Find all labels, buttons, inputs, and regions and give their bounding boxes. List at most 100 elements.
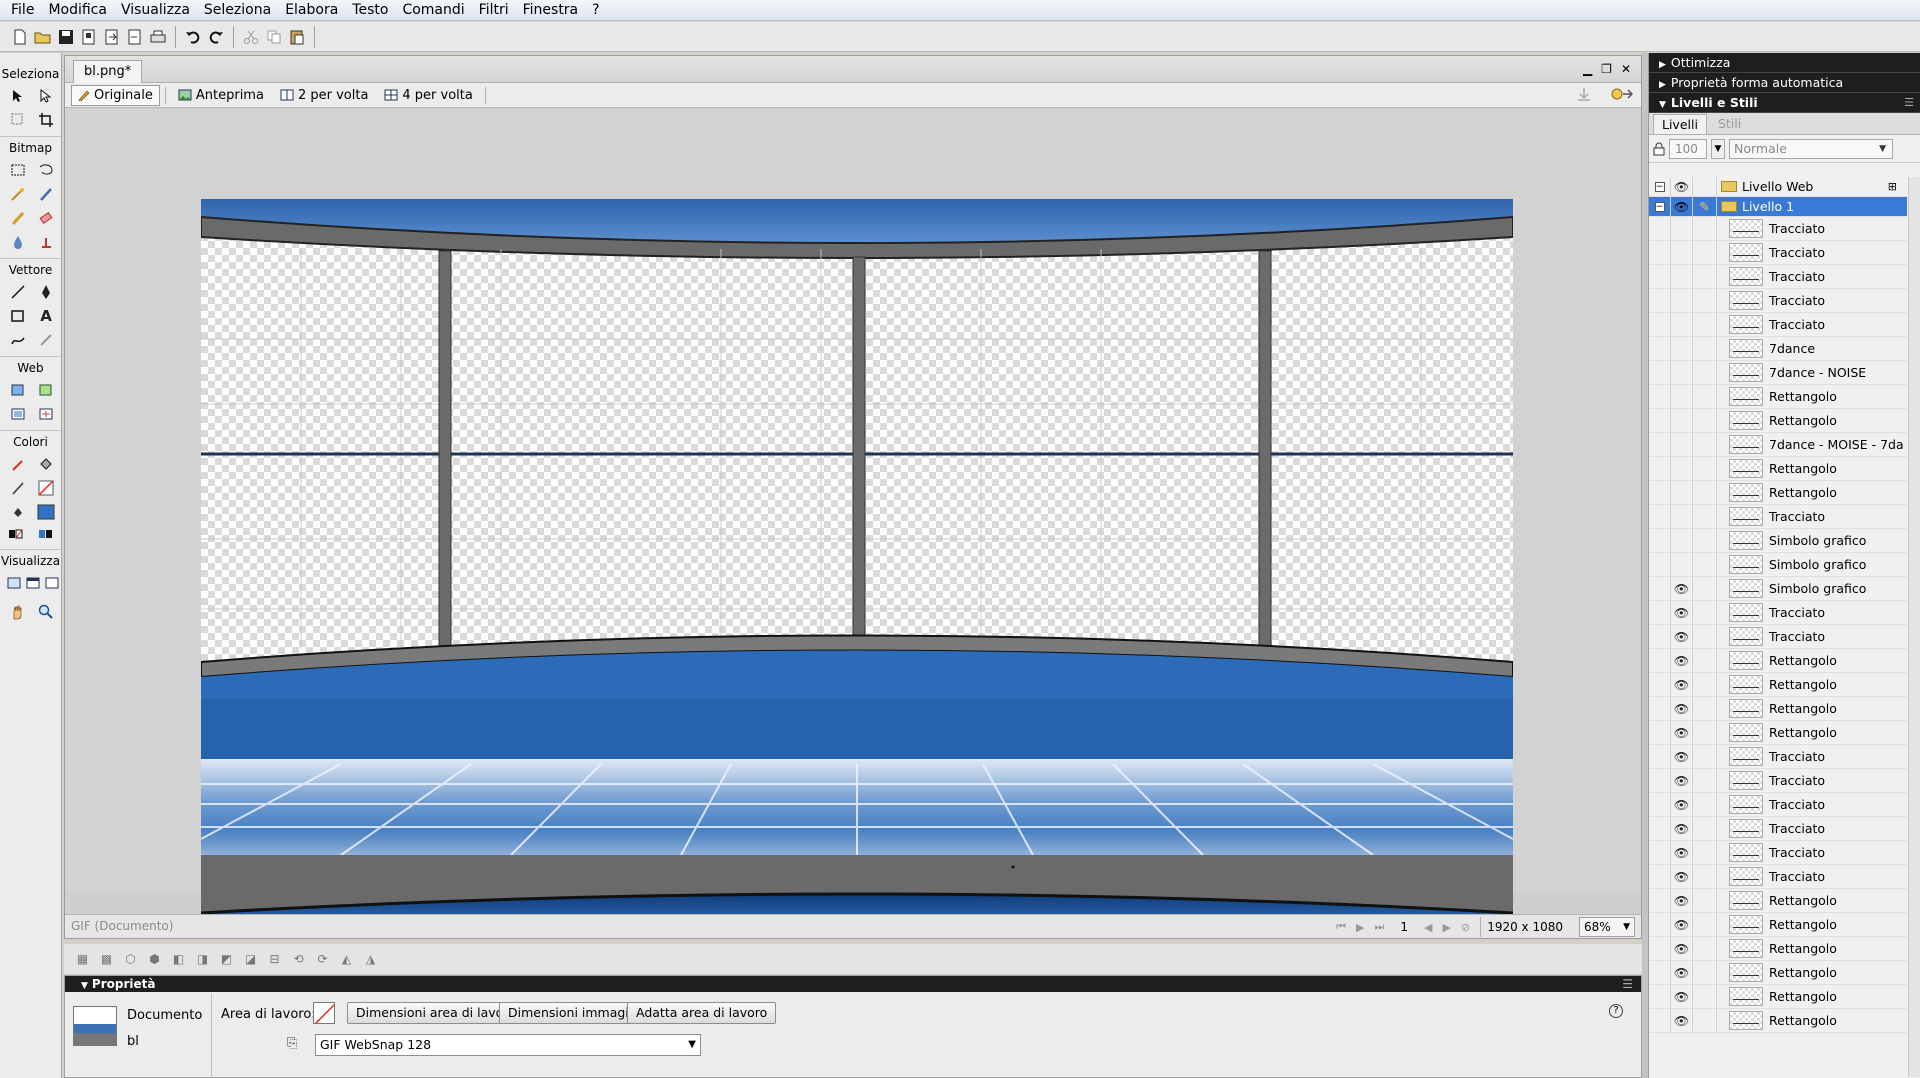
eye-icon[interactable]: 👁	[1674, 750, 1689, 764]
tab-layers[interactable]: Livelli	[1653, 114, 1707, 134]
export-options-icon[interactable]	[1611, 86, 1633, 102]
layer-row[interactable]: Simbolo grafico	[1649, 528, 1907, 553]
layer-row[interactable]: 👁 Rettangolo	[1649, 960, 1907, 985]
export-icon[interactable]	[125, 27, 145, 47]
visibility-cell[interactable]: 👁	[1671, 912, 1693, 937]
collapse-icon[interactable]: −	[1654, 201, 1665, 212]
layer-row[interactable]: 👁 Rettangolo	[1649, 912, 1907, 937]
edit-pencil-icon[interactable]: ✎	[1699, 199, 1709, 214]
close-icon[interactable]: ✕	[1621, 62, 1631, 76]
paste-icon[interactable]	[287, 27, 307, 47]
document-tab[interactable]: bl.png*	[73, 60, 143, 83]
auto-shape-panel-header[interactable]: ▶ Proprietà forma automatica	[1649, 73, 1920, 93]
eyedropper-tool-icon[interactable]	[6, 453, 30, 474]
layer-row[interactable]: 👁 Rettangolo	[1649, 648, 1907, 673]
eye-icon[interactable]: 👁	[1674, 774, 1689, 788]
layer-row[interactable]: 7dance - MOISE - 7da	[1649, 432, 1907, 457]
layer-row[interactable]: Tracciato	[1649, 240, 1907, 265]
zoom-tool-icon[interactable]	[34, 601, 58, 622]
layer-row[interactable]: Tracciato	[1649, 264, 1907, 289]
new-file-icon[interactable]	[10, 27, 30, 47]
open-folder-icon[interactable]	[33, 27, 53, 47]
menu-elabora[interactable]: Elabora	[278, 0, 345, 21]
next-frame-icon[interactable]: ▶︎	[1443, 921, 1451, 934]
quick-export-icon[interactable]	[1575, 86, 1593, 102]
lock-icon[interactable]	[1653, 142, 1665, 156]
layer-row[interactable]: 👁 Rettangolo	[1649, 984, 1907, 1009]
eye-icon[interactable]: 👁	[1674, 678, 1689, 692]
layer-row[interactable]: 👁 Rettangolo	[1649, 1008, 1907, 1033]
eye-icon[interactable]: 👁	[1674, 606, 1689, 620]
visibility-cell[interactable]: 👁	[1671, 936, 1693, 961]
layer-row[interactable]: 👁 Rettangolo	[1649, 936, 1907, 961]
eye-icon[interactable]: 👁	[1674, 846, 1689, 860]
visibility-cell[interactable]: 👁	[1671, 648, 1693, 673]
visibility-cell[interactable]: 👁	[1671, 720, 1693, 745]
pen-tool-icon[interactable]	[34, 281, 58, 302]
layers-scrollbar[interactable]	[1908, 177, 1920, 1077]
tab-styles[interactable]: Stili	[1709, 113, 1750, 134]
visibility-cell[interactable]: 👁	[1671, 696, 1693, 721]
default-colors-icon[interactable]	[6, 525, 30, 543]
eye-icon[interactable]: 👁	[1674, 654, 1689, 668]
help-icon[interactable]: ?	[1609, 1004, 1623, 1018]
opacity-input[interactable]: 100	[1669, 138, 1707, 159]
flip-vertical-icon[interactable]: ◮	[360, 949, 381, 969]
fill-color-icon[interactable]	[6, 501, 30, 522]
visibility-cell[interactable]	[1671, 288, 1693, 313]
visibility-cell[interactable]: 👁	[1671, 864, 1693, 889]
layer-row[interactable]: 👁 Tracciato	[1649, 768, 1907, 793]
layer-row[interactable]: 👁 Simbolo grafico	[1649, 576, 1907, 601]
layer-1[interactable]: − 👁 ✎ Livello 1	[1649, 196, 1907, 217]
layer-row[interactable]: Tracciato	[1649, 504, 1907, 529]
menu-comandi[interactable]: Comandi	[395, 0, 471, 21]
visibility-cell[interactable]: 👁	[1671, 984, 1693, 1009]
canvas-color-swatch[interactable]	[313, 1002, 335, 1024]
rotate-left-icon[interactable]: ⟲	[288, 949, 309, 969]
line-tool-icon[interactable]	[6, 281, 30, 302]
restore-icon[interactable]: ❐	[1601, 62, 1612, 76]
send-back-icon[interactable]: ◪	[240, 949, 261, 969]
layer-row[interactable]: 👁 Rettangolo	[1649, 720, 1907, 745]
first-frame-icon[interactable]: ⏮	[1336, 920, 1346, 934]
redo-icon[interactable]	[206, 27, 226, 47]
artboard[interactable]	[201, 199, 1513, 937]
menu-file[interactable]: File	[4, 0, 41, 21]
fill-swatch-icon[interactable]	[34, 501, 58, 522]
menu-modifica[interactable]: Modifica	[41, 0, 114, 21]
layers-panel-header[interactable]: ▼ Livelli e Stili ☰	[1649, 93, 1920, 113]
copy-icon[interactable]	[264, 27, 284, 47]
layer-row[interactable]: Rettangolo	[1649, 456, 1907, 481]
menu-visualizza[interactable]: Visualizza	[114, 0, 197, 21]
pointer-tool-icon[interactable]	[6, 85, 30, 106]
menu-finestra[interactable]: Finestra	[516, 0, 586, 21]
view-2up-button[interactable]: 2 per volta	[273, 85, 375, 106]
show-slices-icon[interactable]	[34, 403, 58, 424]
hide-slices-icon[interactable]	[6, 403, 30, 424]
import-icon[interactable]	[102, 27, 122, 47]
knife-tool-icon[interactable]	[34, 329, 58, 350]
magic-wand-tool-icon[interactable]	[6, 183, 30, 204]
view-original-button[interactable]: Originale	[71, 84, 160, 106]
visibility-cell[interactable]: 👁	[1671, 960, 1693, 985]
eraser-tool-icon[interactable]	[34, 207, 58, 228]
visibility-cell[interactable]	[1671, 360, 1693, 385]
lasso-tool-icon[interactable]	[34, 159, 58, 180]
export-palette-select[interactable]: GIF WebSnap 128 ▼	[315, 1034, 701, 1056]
visibility-cell[interactable]: 👁	[1671, 888, 1693, 913]
save-icon[interactable]	[56, 27, 76, 47]
hand-tool-icon[interactable]	[6, 601, 30, 622]
visibility-cell[interactable]	[1671, 432, 1693, 457]
chevron-down-icon[interactable]: ▼	[1711, 138, 1725, 159]
visibility-cell[interactable]: 👁	[1671, 576, 1693, 601]
visibility-cell[interactable]	[1671, 408, 1693, 433]
visibility-cell[interactable]: 👁	[1671, 624, 1693, 649]
canvas-area[interactable]	[65, 109, 1641, 937]
visibility-cell[interactable]	[1671, 528, 1693, 553]
eye-icon[interactable]: 👁	[1674, 990, 1689, 1004]
eye-icon[interactable]: 👁	[1674, 726, 1689, 740]
stroke-none-swatch-icon[interactable]	[34, 477, 58, 498]
menu-seleziona[interactable]: Seleziona	[197, 0, 278, 21]
layer-row[interactable]: Tracciato	[1649, 216, 1907, 241]
full-screen-menu-mode-icon[interactable]	[25, 572, 40, 593]
